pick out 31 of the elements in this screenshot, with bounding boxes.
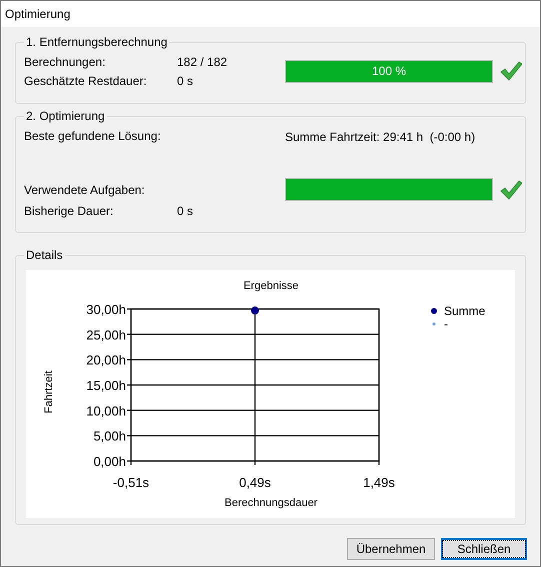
y-axis-title: Fahrtzeit — [43, 370, 55, 414]
chart-title: Ergebnisse — [243, 280, 299, 292]
field-value: 0 s — [177, 74, 194, 88]
legend-label: Summe — [444, 304, 486, 318]
legend-label: - — [444, 317, 448, 331]
field-label: Verwendete Aufgaben: — [24, 182, 146, 196]
field-label: Geschätzte Restdauer: — [24, 74, 148, 88]
field-label: Bisherige Dauer: — [24, 204, 114, 218]
x-tick-label: 0,49s — [239, 475, 271, 490]
group-title: 1. Entfernungsberechnung — [25, 35, 168, 49]
field-label: Berechnungen: — [24, 54, 106, 68]
y-tick-label: 30,00h — [86, 302, 126, 317]
y-tick-label: 25,00h — [86, 327, 126, 342]
x-tick-label: -0,51s — [112, 475, 150, 490]
x-tick-label: 1,49s — [363, 475, 395, 490]
y-tick-label: 5,00h — [93, 428, 126, 444]
field-value: 182 / 182 — [177, 54, 228, 68]
y-tick-label: 0,00h — [93, 454, 126, 469]
group-title: Details — [25, 248, 64, 262]
x-axis-title: Berechnungsdauer — [224, 497, 318, 509]
window-title: Optimierung — [1, 1, 540, 27]
field-label: Beste gefundene Lösung: — [24, 128, 162, 145]
dialog-button[interactable]: Schließen — [441, 538, 527, 560]
dialog-button[interactable]: Übernehmen — [347, 538, 435, 560]
field-value: Summe Fahrtzeit: 29:41 h (-0:00 h) — [285, 130, 476, 144]
y-tick-label: 20,00h — [86, 352, 126, 368]
y-tick-label: 15,00h — [86, 378, 126, 393]
y-tick-label: 10,00h — [86, 403, 126, 418]
progress-text: 100 % — [370, 63, 408, 80]
field-value: 0 s — [177, 204, 194, 218]
group-title: 2. Optimierung — [25, 109, 106, 123]
